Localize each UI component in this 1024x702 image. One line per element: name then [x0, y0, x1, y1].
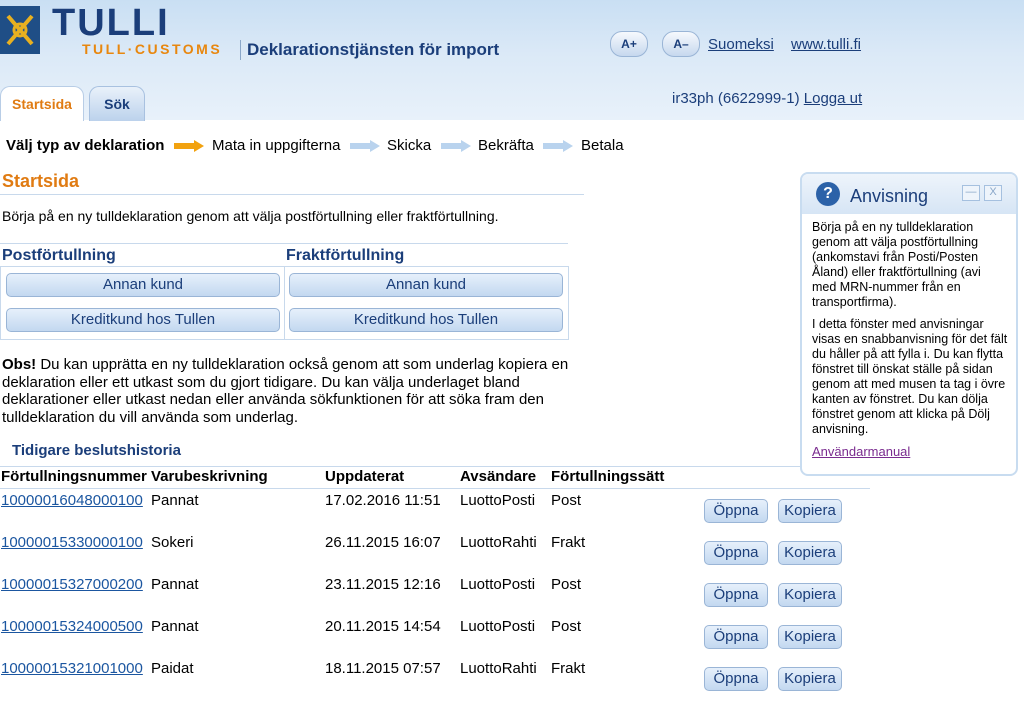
copy-button[interactable]: Kopiera [778, 583, 842, 607]
history-title: Tidigare beslutshistoria [12, 442, 181, 459]
row-sender: LuottoRahti [460, 534, 537, 551]
site-link[interactable]: www.tulli.fi [791, 36, 861, 53]
column-header-description: Varubeskrivning [151, 468, 268, 485]
row-method: Post [551, 618, 582, 635]
row-updated: 17.02.2016 11:51 [325, 492, 441, 509]
row-sender: LuottoPosti [460, 576, 536, 593]
customs-emblem-icon [0, 6, 40, 54]
copy-button[interactable]: Kopiera [778, 499, 842, 523]
row-sender: LuottoRahti [460, 660, 537, 677]
open-button[interactable]: Öppna [704, 541, 768, 565]
help-panel[interactable]: ? Anvisning — X Börja på en ny tulldekla… [800, 172, 1018, 476]
row-method: Frakt [551, 534, 586, 551]
step-arrow-icon [174, 140, 204, 152]
user-manual-link[interactable]: Användarmanual [812, 444, 910, 459]
help-icon: ? [816, 182, 840, 206]
post-credit-customer-button[interactable]: Kreditkund hos Tullen [6, 308, 280, 332]
row-number-link[interactable]: 10000015330000100 [1, 534, 143, 551]
help-panel-header[interactable]: ? Anvisning — X [802, 174, 1016, 214]
row-number-link[interactable]: 10000016048000100 [1, 492, 143, 509]
brand-logo-text: TULLI [52, 2, 170, 44]
row-description: Pannat [151, 576, 199, 593]
step-arrow-icon [441, 140, 471, 152]
user-id: ir33ph (6622999-1) [672, 90, 800, 107]
step-arrow-icon [543, 140, 573, 152]
row-updated: 23.11.2015 12:16 [325, 576, 441, 593]
row-updated: 26.11.2015 16:07 [325, 534, 441, 551]
help-panel-title: Anvisning [850, 186, 929, 206]
row-sender: LuottoPosti [460, 492, 536, 509]
font-decrease-button[interactable]: A– [662, 31, 700, 57]
close-icon[interactable]: X [984, 185, 1002, 201]
intro-text: Börja på en ny tulldeklaration genom att… [2, 208, 499, 224]
user-info: ir33ph (6622999-1) Logga ut [672, 90, 862, 107]
divider [0, 466, 870, 467]
divider [0, 488, 870, 489]
row-number-link[interactable]: 10000015321001000 [1, 660, 143, 677]
font-increase-button[interactable]: A+ [610, 31, 648, 57]
logout-link[interactable]: Logga ut [804, 90, 862, 107]
row-sender: LuottoPosti [460, 618, 536, 635]
open-button[interactable]: Öppna [704, 499, 768, 523]
divider [0, 243, 284, 244]
step-2: Mata in uppgifterna [212, 137, 341, 154]
column-header-sender: Avsändare [460, 468, 537, 485]
frakt-section-title: Fraktförtullning [286, 247, 405, 264]
obs-text: Du kan upprätta en ny tulldeklaration oc… [2, 356, 569, 426]
step-4: Bekräfta [478, 137, 534, 154]
row-method: Frakt [551, 660, 586, 677]
tab-startsida[interactable]: Startsida [0, 86, 84, 121]
divider [0, 194, 584, 195]
tab-sok[interactable]: Sök [89, 86, 145, 121]
row-description: Pannat [151, 492, 199, 509]
row-method: Post [551, 492, 582, 509]
obs-label: Obs! [2, 356, 37, 373]
row-method: Post [551, 576, 582, 593]
post-section-title: Postförtullning [2, 247, 116, 264]
obs-note: Obs! Du kan upprätta en ny tulldeklarati… [2, 356, 582, 426]
row-number-link[interactable]: 10000015324000500 [1, 618, 143, 635]
step-arrow-icon [350, 140, 380, 152]
row-description: Sokeri [151, 534, 194, 551]
row-description: Paidat [151, 660, 194, 677]
step-3: Skicka [387, 137, 432, 154]
copy-button[interactable]: Kopiera [778, 667, 842, 691]
divider [284, 243, 568, 244]
frakt-credit-customer-button[interactable]: Kreditkund hos Tullen [289, 308, 563, 332]
row-updated: 20.11.2015 14:54 [325, 618, 441, 635]
post-other-customer-button[interactable]: Annan kund [6, 273, 280, 297]
header: TULLI TULL·CUSTOMS Deklarationstjänsten … [0, 0, 1024, 121]
row-description: Pannat [151, 618, 199, 635]
row-updated: 18.11.2015 07:57 [325, 660, 441, 677]
copy-button[interactable]: Kopiera [778, 541, 842, 565]
open-button[interactable]: Öppna [704, 625, 768, 649]
minimize-icon[interactable]: — [962, 185, 980, 201]
page-title: Startsida [2, 171, 80, 191]
language-link[interactable]: Suomeksi [708, 36, 774, 53]
copy-button[interactable]: Kopiera [778, 625, 842, 649]
brand-logo-subtext: TULL·CUSTOMS [82, 41, 223, 57]
open-button[interactable]: Öppna [704, 667, 768, 691]
frakt-other-customer-button[interactable]: Annan kund [289, 273, 563, 297]
help-text-1: Börja på en ny tulldeklaration genom att… [812, 220, 981, 309]
service-title: Deklarationstjänsten för import [240, 40, 499, 60]
step-1: Välj typ av deklaration [6, 137, 165, 154]
open-button[interactable]: Öppna [704, 583, 768, 607]
column-header-number: Förtullningsnummer [1, 468, 147, 485]
column-header-updated: Uppdaterat [325, 468, 405, 485]
column-header-method: Förtullningssätt [551, 468, 665, 485]
step-5: Betala [581, 137, 624, 154]
help-text-2: I detta fönster med anvisningar visas en… [812, 317, 1008, 436]
row-number-link[interactable]: 10000015327000200 [1, 576, 143, 593]
